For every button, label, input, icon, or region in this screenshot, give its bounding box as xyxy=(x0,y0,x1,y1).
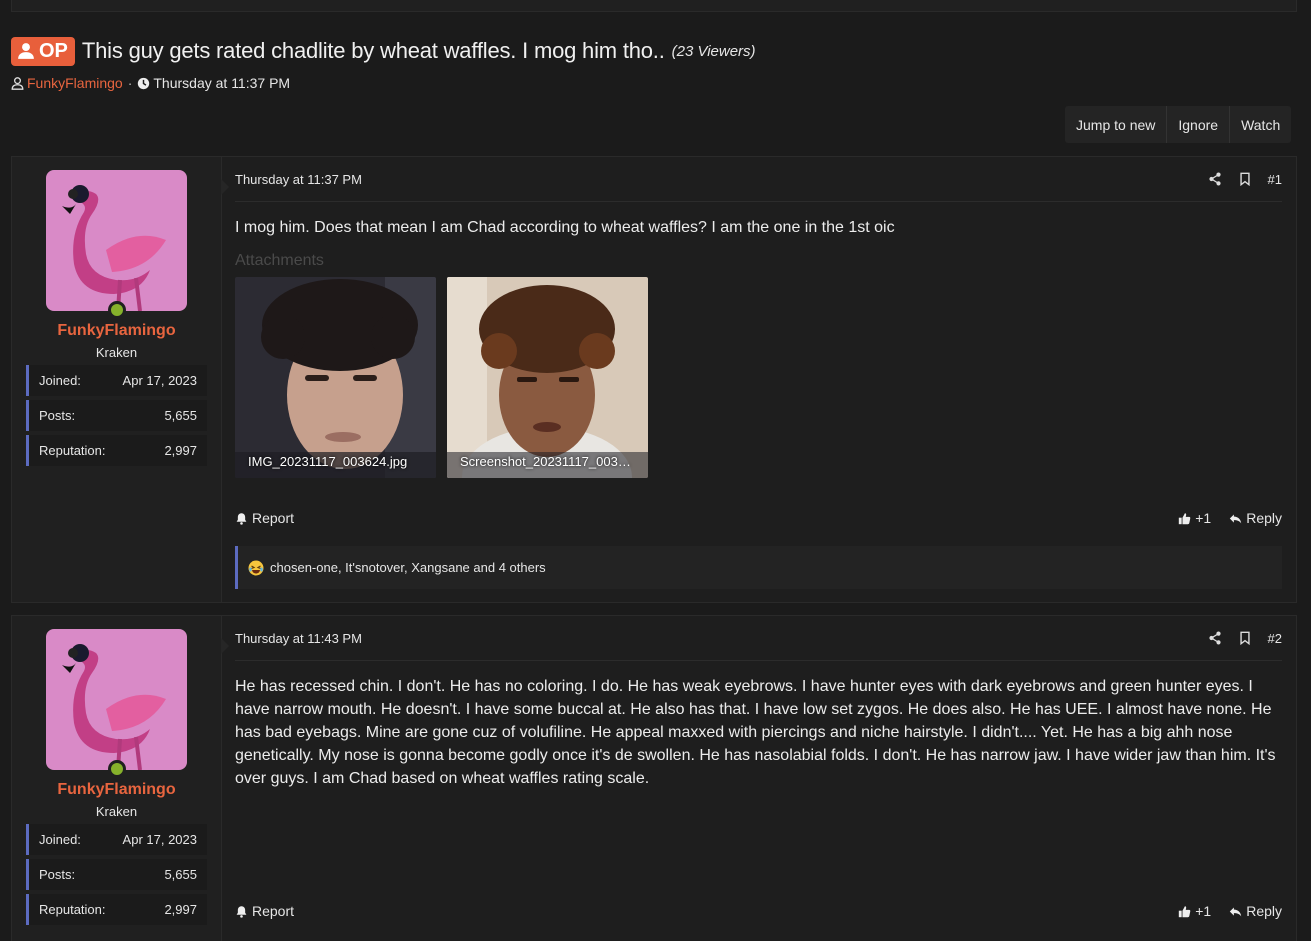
watch-button[interactable]: Watch xyxy=(1230,106,1291,143)
stat-posts: Posts: 5,655 xyxy=(26,859,207,890)
thread-author-link[interactable]: FunkyFlamingo xyxy=(27,75,123,91)
report-button[interactable]: Report xyxy=(235,510,294,526)
bookmark-icon[interactable] xyxy=(1238,172,1252,186)
meta-separator: · xyxy=(127,75,133,91)
clock-icon xyxy=(138,77,150,89)
user-title: Kraken xyxy=(95,345,138,360)
stat-label: Reputation: xyxy=(39,443,106,458)
user-stats: Joined: Apr 17, 2023 Posts: 5,655 Reputati… xyxy=(26,365,207,466)
post-date[interactable]: Thursday at 11:37 PM xyxy=(235,172,362,187)
attachment-filename: Screenshot_20231117_003… xyxy=(460,454,631,469)
stat-label: Joined: xyxy=(39,832,81,847)
avatar[interactable] xyxy=(46,629,187,770)
like-button[interactable]: +1 xyxy=(1178,903,1211,919)
post-number[interactable]: #1 xyxy=(1268,172,1282,187)
attachments-label: Attachments xyxy=(235,252,324,269)
stat-joined: Joined: Apr 17, 2023 xyxy=(26,365,207,396)
reaction-users: chosen-one, It'snotover, Xangsane and 4 … xyxy=(270,560,546,575)
attachments: IMG_20231117_003624.jpg Screenshot_20231… xyxy=(235,277,1282,478)
report-button[interactable]: Report xyxy=(235,903,294,919)
post-body: He has recessed chin. I don't. He has no… xyxy=(235,678,1276,787)
post-number[interactable]: #2 xyxy=(1268,631,1282,646)
post-date[interactable]: Thursday at 11:43 PM xyxy=(235,631,362,646)
username[interactable]: FunkyFlamingo xyxy=(12,781,221,799)
bell-icon xyxy=(236,905,247,918)
stat-joined: Joined: Apr 17, 2023 xyxy=(26,824,207,855)
stat-value: 2,997 xyxy=(164,443,197,458)
message-cell: Thursday at 11:43 PM #2 He has recessed … xyxy=(222,616,1296,941)
stat-label: Joined: xyxy=(39,373,81,388)
avatar[interactable] xyxy=(46,170,187,311)
bell-icon xyxy=(236,512,247,525)
post: FunkyFlamingo Kraken Joined: Apr 17, 2023… xyxy=(11,156,1297,603)
stat-value: 5,655 xyxy=(164,408,197,423)
thread-date[interactable]: Thursday at 11:37 PM xyxy=(153,75,290,91)
bookmark-icon[interactable] xyxy=(1238,631,1252,645)
user-info: FunkyFlamingo Kraken Joined: Apr 17, 2023… xyxy=(12,157,229,602)
user-icon xyxy=(11,76,24,90)
user-title: Kraken xyxy=(95,804,138,819)
post-body: I mog him. Does that mean I am Chad acco… xyxy=(235,219,895,236)
username[interactable]: FunkyFlamingo xyxy=(12,322,221,340)
stat-label: Posts: xyxy=(39,408,76,423)
jump-to-new-button[interactable]: Jump to new xyxy=(1065,106,1168,143)
attachment-image xyxy=(447,277,648,478)
thread-header: OP This guy gets rated chadlite by wheat… xyxy=(11,36,1301,92)
reply-button[interactable]: Reply xyxy=(1229,510,1282,526)
message-cell: Thursday at 11:37 PM #1 I mog him. Does … xyxy=(222,157,1296,602)
thumbs-up-icon xyxy=(1179,512,1191,524)
stat-value: 5,655 xyxy=(164,867,197,882)
attachment-thumbnail[interactable]: IMG_20231117_003624.jpg xyxy=(235,277,436,478)
like-label: +1 xyxy=(1195,510,1212,526)
stat-value: 2,997 xyxy=(164,902,197,917)
report-label: Report xyxy=(252,510,295,526)
report-label: Report xyxy=(252,903,295,919)
op-label: OP xyxy=(39,39,68,62)
share-icon[interactable] xyxy=(1208,631,1222,645)
attachment-filename: IMG_20231117_003624.jpg xyxy=(248,454,408,469)
post: FunkyFlamingo Kraken Joined: Apr 17, 2023… xyxy=(11,615,1297,941)
stat-label: Posts: xyxy=(39,867,76,882)
stat-label: Reputation: xyxy=(39,902,106,917)
user-info: FunkyFlamingo Kraken Joined: Apr 17, 2023… xyxy=(12,616,229,941)
reply-label: Reply xyxy=(1246,903,1282,919)
share-icon[interactable] xyxy=(1208,172,1222,186)
reply-icon xyxy=(1230,513,1242,523)
stat-posts: Posts: 5,655 xyxy=(26,400,207,431)
top-bar xyxy=(11,0,1297,12)
thumbs-up-icon xyxy=(1179,905,1191,917)
reply-button[interactable]: Reply xyxy=(1229,903,1282,919)
reply-icon xyxy=(1230,906,1242,916)
like-button[interactable]: +1 xyxy=(1178,510,1211,526)
attachment-image xyxy=(235,277,436,478)
attachment-thumbnail[interactable]: Screenshot_20231117_003… xyxy=(447,277,648,478)
reply-label: Reply xyxy=(1246,510,1282,526)
reaction-summary[interactable]: chosen-one, It'snotover, Xangsane and 4 … xyxy=(235,546,1282,589)
like-label: +1 xyxy=(1195,903,1212,919)
user-icon xyxy=(18,43,34,59)
laughing-emoji-icon xyxy=(248,560,264,575)
stat-reputation: Reputation: 2,997 xyxy=(26,435,207,466)
stat-value: Apr 17, 2023 xyxy=(122,832,197,847)
op-badge: OP xyxy=(11,36,75,66)
online-status-dot xyxy=(108,301,126,319)
user-stats: Joined: Apr 17, 2023 Posts: 5,655 Reputati… xyxy=(26,824,207,925)
stat-value: Apr 17, 2023 xyxy=(122,373,197,388)
thread-title: This guy gets rated chadlite by wheat wa… xyxy=(81,38,665,63)
online-status-dot xyxy=(108,760,126,778)
stat-reputation: Reputation: 2,997 xyxy=(26,894,207,925)
ignore-button[interactable]: Ignore xyxy=(1167,106,1231,143)
thread-actions: Jump to new Ignore Watch xyxy=(1065,106,1292,143)
viewer-count: (23 Viewers) xyxy=(671,42,756,60)
